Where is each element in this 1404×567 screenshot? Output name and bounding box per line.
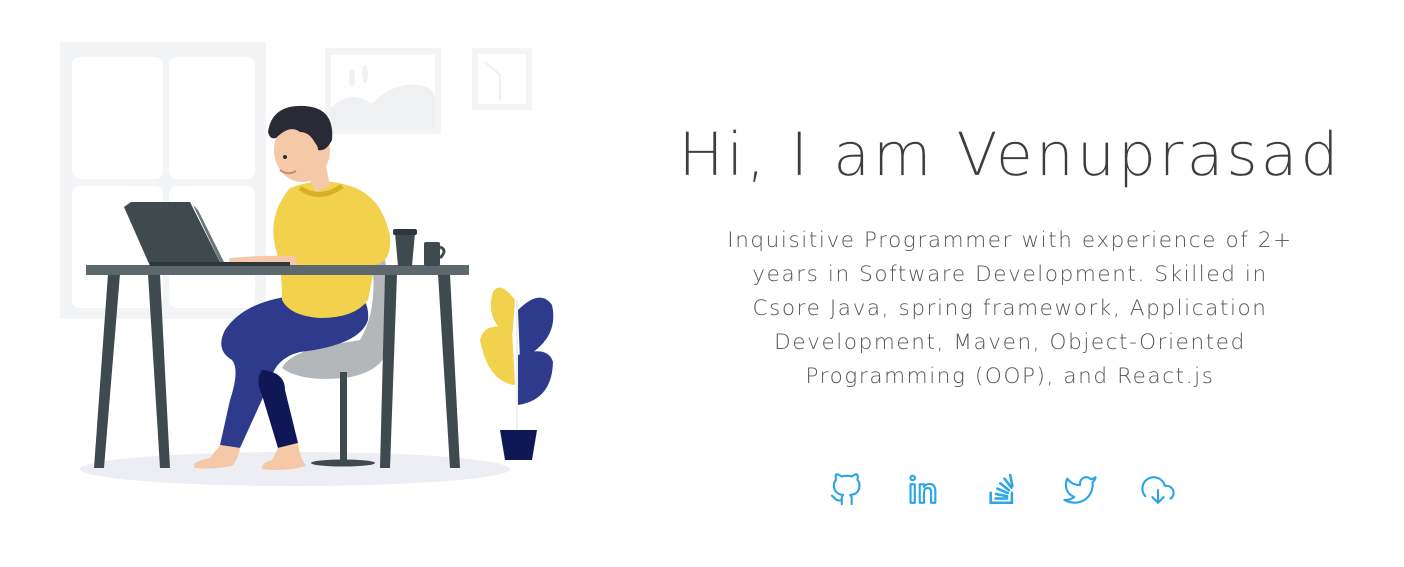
github-icon — [830, 473, 861, 506]
hero-section: Hi, I am Venuprasad Inquisitive Programm… — [660, 0, 1360, 567]
linkedin-icon — [909, 474, 937, 504]
hero-bio: Inquisitive Programmer with experience o… — [727, 228, 1293, 389]
twitter-icon — [1063, 476, 1097, 504]
twitter-link[interactable] — [1062, 470, 1098, 510]
stackoverflow-icon — [989, 473, 1014, 505]
social-links — [828, 468, 1198, 512]
github-link[interactable] — [828, 470, 864, 510]
resume-download-link[interactable] — [1140, 470, 1176, 510]
page: Hi, I am Venuprasad Inquisitive Programm… — [0, 0, 1404, 567]
linkedin-link[interactable] — [906, 470, 942, 510]
hero-title: Hi, I am Venuprasad — [678, 120, 1342, 190]
stackoverflow-link[interactable] — [984, 470, 1020, 510]
developer-illustration — [60, 42, 554, 486]
cloud-download-icon — [1141, 476, 1175, 504]
